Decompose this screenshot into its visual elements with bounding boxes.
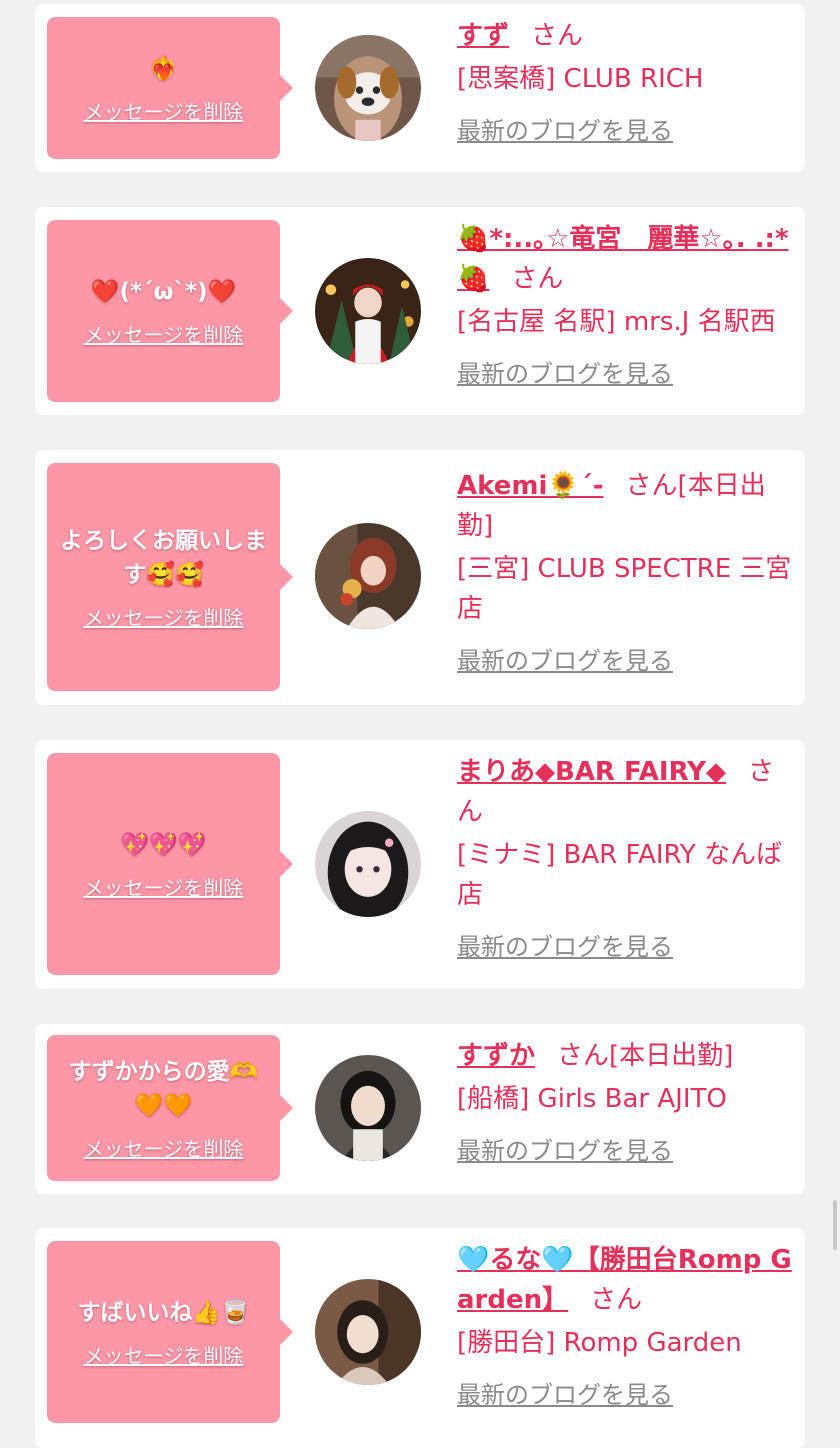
cast-name-link[interactable]: 🍓*:..｡☆竜宮 麗華☆｡. .:*🍓 [457, 224, 789, 294]
latest-blog-link[interactable]: 最新のブログを見る [457, 354, 673, 389]
shop-name: [勝田台] Romp Garden [457, 1328, 742, 1358]
delete-message-link[interactable]: メッセージを削除 [84, 872, 244, 901]
avatar-photo [315, 811, 421, 917]
avatar[interactable] [315, 523, 421, 629]
cast-info: 🍓*:..｡☆竜宮 麗華☆｡. .:*🍓 さん [名古屋 名駅] mrs.J 名駅… [457, 219, 797, 389]
latest-blog-link[interactable]: 最新のブログを見る [457, 1131, 673, 1166]
message-bubble: ❤️‍🔥 メッセージを削除 [47, 17, 293, 159]
avatar-photo [315, 1279, 421, 1385]
avatar-photo [315, 1055, 421, 1161]
message-text: すばいいね👍🥃 [77, 1299, 250, 1326]
cast-name-line: 🩵るな🩵【勝田台Romp Garden】 さん [457, 1240, 797, 1320]
message-card: よろしくお願いします🥰🥰 メッセージを削除 Akemi🌻´- さん[本日出勤] [… [35, 450, 805, 705]
message-bubble: ❤️(*´ω`*)❤️ メッセージを削除 [47, 220, 293, 402]
avatar[interactable] [315, 258, 421, 364]
delete-message-link[interactable]: メッセージを削除 [84, 319, 244, 348]
attendance-note: [本日出勤] [609, 1041, 734, 1071]
latest-blog-link[interactable]: 最新のブログを見る [457, 111, 673, 146]
message-text: すずかからの愛🫶🧡🧡 [68, 1058, 259, 1119]
san-suffix: さん [511, 264, 564, 294]
message-card: すずかからの愛🫶🧡🧡 メッセージを削除 すずか さん[本日出勤] [船橋] Gir… [35, 1024, 805, 1194]
shop-name: [ミナミ] BAR FAIRY なんば店 [457, 840, 783, 910]
cast-info: すずか さん[本日出勤] [船橋] Girls Bar AJITO 最新のブログを… [457, 1036, 797, 1166]
message-bubble: すずかからの愛🫶🧡🧡 メッセージを削除 [47, 1035, 293, 1181]
avatar[interactable] [315, 1279, 421, 1385]
cast-name-link[interactable]: Akemi🌻´- [457, 471, 604, 501]
message-text: ❤️(*´ω`*)❤️ [90, 278, 237, 305]
san-suffix: さん [590, 1285, 643, 1315]
scrollbar[interactable] [833, 1200, 837, 1250]
delete-message-link[interactable]: メッセージを削除 [84, 1133, 244, 1162]
latest-blog-link[interactable]: 最新のブログを見る [457, 1375, 673, 1410]
shop-name: [名古屋 名駅] mrs.J 名駅西 [457, 307, 776, 337]
cast-info: すず さん [思案橋] CLUB RICH 最新のブログを見る [457, 16, 797, 146]
cast-name-line: すず さん [457, 16, 797, 56]
message-bubble: よろしくお願いします🥰🥰 メッセージを削除 [47, 463, 293, 691]
san-suffix: さん [625, 471, 678, 501]
message-card: ❤️‍🔥 メッセージを削除 すず さん [思案橋] CLUB RICH 最新のブロ… [35, 4, 805, 172]
message-card: ❤️(*´ω`*)❤️ メッセージを削除 🍓*:..｡☆竜宮 麗華☆｡. .:*… [35, 207, 805, 415]
cast-name-link[interactable]: すずか [457, 1041, 535, 1071]
cast-name-link[interactable]: すず [457, 21, 509, 51]
cast-info: Akemi🌻´- さん[本日出勤] [三宮] CLUB SPECTRE 三宮店 最… [457, 466, 797, 676]
cast-name-link[interactable]: まりあ◆BAR FAIRY◆ [457, 757, 726, 787]
san-suffix: さん [531, 21, 584, 51]
cast-name-line: Akemi🌻´- さん[本日出勤] [457, 466, 797, 546]
latest-blog-link[interactable]: 最新のブログを見る [457, 641, 673, 676]
message-text: 💖💖💖 [120, 831, 207, 858]
latest-blog-link[interactable]: 最新のブログを見る [457, 927, 673, 962]
message-bubble: 💖💖💖 メッセージを削除 [47, 753, 293, 975]
avatar[interactable] [315, 1055, 421, 1161]
cast-info: 🩵るな🩵【勝田台Romp Garden】 さん [勝田台] Romp Garden… [457, 1240, 797, 1410]
message-card: すばいいね👍🥃 メッセージを削除 🩵るな🩵【勝田台Romp Garden】 さん … [35, 1228, 805, 1448]
san-suffix: さん [557, 1041, 610, 1071]
shop-name: [思案橋] CLUB RICH [457, 64, 704, 94]
cast-name-line: 🍓*:..｡☆竜宮 麗華☆｡. .:*🍓 さん [457, 219, 797, 299]
avatar[interactable] [315, 811, 421, 917]
message-text: ❤️‍🔥 [149, 55, 178, 82]
delete-message-link[interactable]: メッセージを削除 [84, 1340, 244, 1369]
cast-info: まりあ◆BAR FAIRY◆ さん [ミナミ] BAR FAIRY なんば店 最新… [457, 752, 797, 962]
shop-name: [船橋] Girls Bar AJITO [457, 1084, 727, 1114]
avatar-photo [315, 35, 421, 141]
delete-message-link[interactable]: メッセージを削除 [84, 602, 244, 631]
avatar[interactable] [315, 35, 421, 141]
shop-name: [三宮] CLUB SPECTRE 三宮店 [457, 554, 792, 624]
avatar-photo [315, 523, 421, 629]
avatar-photo [315, 258, 421, 364]
cast-name-line: すずか さん[本日出勤] [457, 1036, 797, 1076]
message-card: 💖💖💖 メッセージを削除 まりあ◆BAR FAIRY◆ さん [ミナミ] BAR … [35, 740, 805, 989]
cast-name-line: まりあ◆BAR FAIRY◆ さん [457, 752, 797, 832]
delete-message-link[interactable]: メッセージを削除 [84, 96, 244, 125]
message-text: よろしくお願いします🥰🥰 [60, 527, 267, 588]
message-bubble: すばいいね👍🥃 メッセージを削除 [47, 1241, 293, 1423]
